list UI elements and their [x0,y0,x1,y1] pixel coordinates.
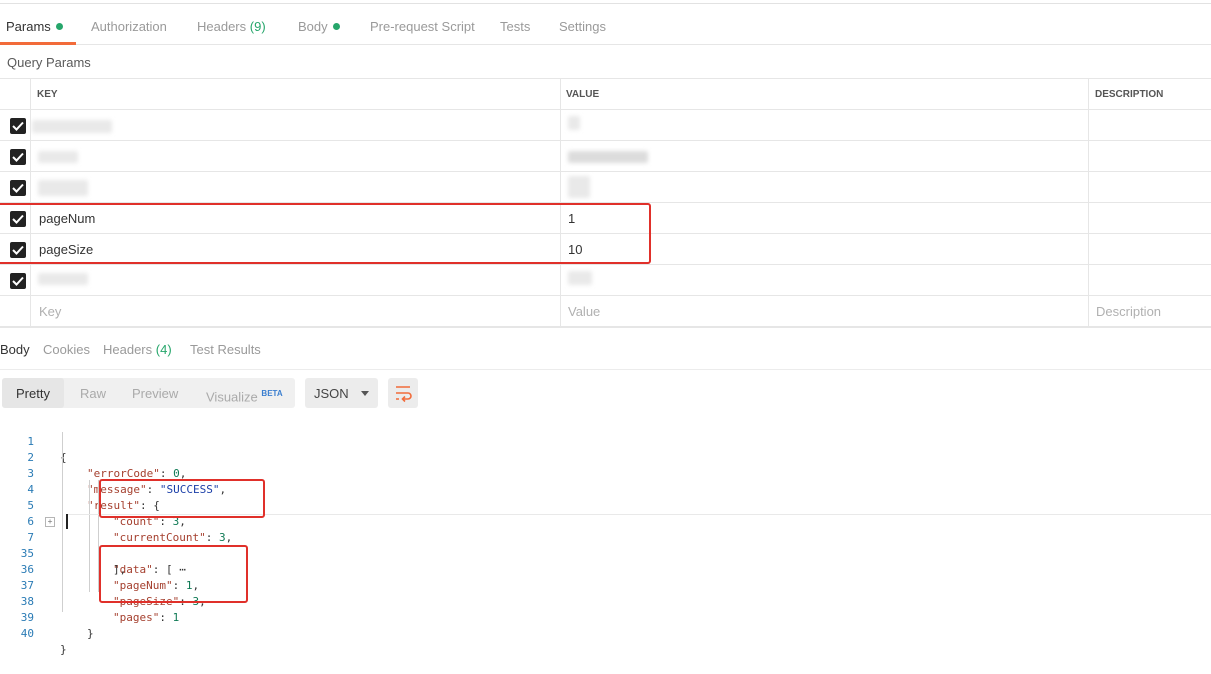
tab-label: Body [298,19,328,34]
tab-label: Tests [500,19,531,34]
expand-fold-icon[interactable]: + [45,517,55,527]
row-checkbox[interactable] [10,118,26,134]
code-text: } [87,627,94,640]
column-key: KEY [37,89,58,100]
request-tabs: Params Authorization Headers (9) Body Pr… [0,4,1211,45]
query-params-label: Query Params [7,55,91,70]
indent-guide [89,480,90,592]
tab-cookies[interactable]: Cookies [43,327,90,369]
tab-authorization[interactable]: Authorization [91,4,167,44]
redacted-key [38,180,88,196]
code-line: 3 "message": "SUCCESS", [0,450,1211,496]
table-row[interactable] [0,140,1211,172]
column-description: DESCRIPTION [1095,89,1164,100]
line-number: 40 [20,627,34,640]
highlight-box-counts [99,479,265,518]
tab-response-body[interactable]: Body [0,327,30,369]
visualize-label: Visualize [206,389,258,405]
wrap-lines-button[interactable] [388,378,418,408]
tab-label: Settings [559,19,606,34]
redacted-key [38,273,88,285]
description-placeholder[interactable]: Description [1096,296,1161,327]
beta-badge: BETA [261,389,283,398]
format-select-value: JSON [314,386,349,401]
chevron-down-icon [361,391,369,396]
checkmark-icon [12,121,24,131]
row-checkbox[interactable] [10,180,26,196]
checkmark-icon [12,276,24,286]
tab-params[interactable]: Params [6,4,63,44]
response-tabs: Body Cookies Headers (4) Test Results [0,326,1211,370]
active-tab-indicator [0,42,76,45]
view-mode-bar: Pretty Raw Preview Visualize BETA [2,378,295,408]
tab-count: (4) [155,342,172,357]
text-cursor [66,514,68,529]
redacted-key [32,120,112,133]
tab-response-headers[interactable]: Headers (4) [103,327,172,369]
format-select[interactable]: JSON [305,378,378,408]
code-line: 1 { [0,418,1211,464]
row-checkbox[interactable] [10,273,26,289]
tab-label: Params [6,19,51,34]
tab-test-results[interactable]: Test Results [190,327,261,369]
row-checkbox[interactable] [10,149,26,165]
visualize-button[interactable]: Visualize BETA [206,378,283,408]
tab-label: Authorization [91,19,167,34]
tab-settings[interactable]: Settings [559,4,606,44]
tab-label: Headers [197,19,247,34]
code-line: 35 ], [0,530,1211,576]
tab-headers[interactable]: Headers (9) [197,4,266,44]
tab-body[interactable]: Body [298,4,340,44]
table-row[interactable] [0,171,1211,203]
modified-dot-icon [55,23,63,30]
code-line: 40 } [0,610,1211,656]
tab-label: Pre-request Script [370,19,475,34]
tab-label: Headers [103,342,153,357]
redacted-value [568,176,590,198]
table-header: KEY VALUE DESCRIPTION [0,78,1211,110]
highlight-box-paging-params [0,203,651,264]
raw-button[interactable]: Raw [80,378,106,408]
key-placeholder[interactable]: Key [39,296,61,327]
modified-dot-icon [332,23,340,30]
column-divider [1088,79,1089,326]
table-row[interactable] [0,264,1211,296]
redacted-value [568,116,580,130]
wrap-icon [396,386,412,403]
table-row[interactable] [0,109,1211,141]
tab-count: (9) [249,19,266,34]
tab-tests[interactable]: Tests [500,4,530,44]
column-value: VALUE [566,89,600,100]
indent-guide [62,432,63,612]
pretty-button[interactable]: Pretty [2,378,64,408]
tab-pre-request-script[interactable]: Pre-request Script [370,4,475,44]
checkmark-icon [12,183,24,193]
highlight-box-paging-result [99,545,248,603]
preview-button[interactable]: Preview [132,378,178,408]
redacted-value [568,271,592,285]
new-param-row[interactable]: Key Value Description [0,295,1211,328]
checkmark-icon [12,152,24,162]
value-placeholder[interactable]: Value [568,296,600,327]
redacted-key [38,151,78,163]
redacted-value [568,151,648,163]
code-text: } [60,643,67,656]
code-line: 2 "errorCode": 0, [0,434,1211,480]
